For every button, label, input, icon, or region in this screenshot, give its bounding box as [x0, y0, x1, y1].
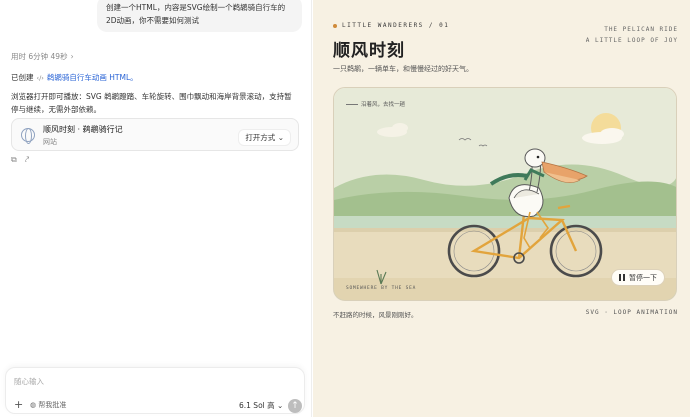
elapsed-time[interactable]: 用时 6分钟 49秒 ›	[11, 51, 74, 62]
page-subtitle: 一只鹈鹕，一辆单车，和慢慢经过的好天气。	[333, 65, 473, 73]
scene-brand: SOMEWHERE BY THE SEA	[346, 286, 417, 291]
assistant-description: 浏览器打开即可播放：SVG 鹈鹕蹬踏、车轮旋转、围巾飘动和海岸背景滚动，支持暂停…	[11, 92, 292, 114]
pause-button[interactable]: 暂停一下	[611, 269, 665, 286]
user-message: 创建一个HTML，内容是SVG绘制一个鹈鹕骑自行车的2D动画，你不需要如何测试	[97, 0, 302, 32]
message-actions: ⧉ ⤤	[11, 155, 29, 165]
footer-tag: SVG · LOOP ANIMATION	[585, 309, 678, 316]
header-tag-line1: THE PELICAN RIDE	[604, 26, 678, 33]
kicker-dot	[333, 23, 337, 28]
header-tag-line2: A LITTLE LOOP OF JOY	[585, 37, 678, 44]
kicker: LITTLE WANDERERS / 01	[333, 22, 449, 29]
artifact-card[interactable]: 顺风时刻 · 鹈鹕骑行记 网站 打开方式 ⌄	[11, 118, 299, 151]
open-with-button[interactable]: 打开方式 ⌄	[238, 129, 291, 146]
elapsed-label: 用时 6分钟 49秒	[11, 52, 68, 61]
model-label: 6.1 Sol 高	[239, 401, 275, 410]
created-message: 已创建 ‹/› 鹈鹕骑自行车动画 HTML。	[11, 72, 138, 83]
created-file-link[interactable]: 鹈鹕骑自行车动画 HTML。	[47, 72, 138, 83]
artifact-title: 顺风时刻 · 鹈鹕骑行记	[43, 125, 123, 134]
pause-label: 暂停一下	[629, 273, 657, 282]
scene-caption: 沿着风，去找一趟	[346, 100, 405, 108]
pause-icon	[619, 274, 625, 281]
send-button[interactable]: ↑	[288, 399, 302, 413]
composer[interactable]: 随心输入 + ◍ 帮我批准 6.1 Sol 高 ⌄ ↑	[5, 367, 305, 414]
kicker-text: LITTLE WANDERERS / 01	[342, 22, 450, 29]
chevron-down-icon: ⌄	[277, 133, 284, 142]
approve-label: 帮我批准	[38, 401, 67, 409]
preview-panel: LITTLE WANDERERS / 01 THE PELICAN RIDE A…	[313, 0, 690, 417]
model-selector[interactable]: 6.1 Sol 高 ⌄	[239, 400, 283, 411]
artifact-type: 网站	[43, 138, 57, 146]
chevron-right-icon: ›	[70, 52, 74, 61]
plus-icon[interactable]: +	[14, 398, 23, 411]
sea	[334, 216, 676, 228]
approve-toggle[interactable]: ◍ 帮我批准	[30, 400, 66, 410]
open-with-label: 打开方式	[245, 133, 276, 142]
created-prefix: 已创建	[11, 73, 34, 82]
code-icon: ‹/›	[36, 73, 44, 82]
composer-input[interactable]: 随心输入	[14, 376, 44, 387]
chat-panel: 创建一个HTML，内容是SVG绘制一个鹈鹕骑自行车的2D动画，你不需要如何测试 …	[0, 0, 312, 417]
globe-icon	[21, 128, 35, 144]
user-message-text: 创建一个HTML，内容是SVG绘制一个鹈鹕骑自行车的2D动画，你不需要如何测试	[106, 3, 286, 25]
page-title: 顺风时刻	[333, 41, 405, 61]
caption-line	[346, 103, 358, 105]
scene-caption-text: 沿着风，去找一趟	[361, 102, 406, 108]
copy-icon[interactable]: ⧉	[11, 155, 17, 165]
footer-note: 不赶路的时候，风景刚刚好。	[333, 311, 418, 319]
share-icon[interactable]: ⤤	[25, 155, 30, 165]
animation-scene: 沿着风，去找一趟 SOMEWHERE BY THE SEA 暂停一下	[333, 87, 677, 301]
chevron-down-icon: ⌄	[277, 401, 284, 410]
